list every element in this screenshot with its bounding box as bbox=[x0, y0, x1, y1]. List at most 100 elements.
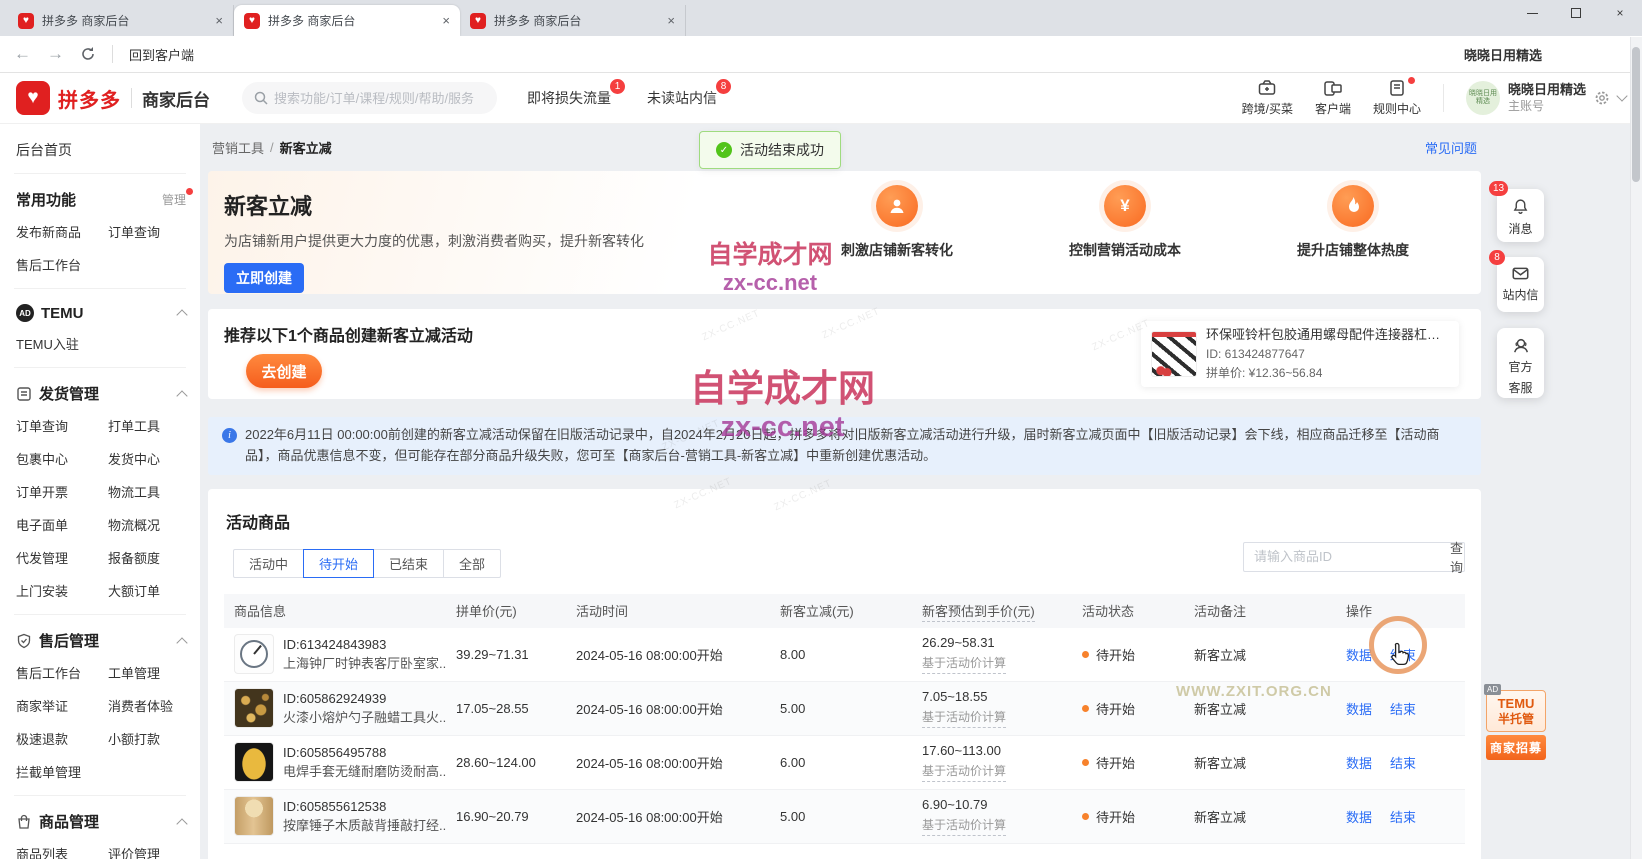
col-est-price-label: 新客预估到手价(元) bbox=[922, 604, 1035, 622]
brand-divider bbox=[131, 88, 132, 108]
est-price-cell: 6.90~10.79基于活动价计算 bbox=[912, 797, 1072, 836]
chevron-down-icon[interactable] bbox=[1616, 90, 1627, 101]
data-link[interactable]: 数据 bbox=[1346, 807, 1372, 826]
browser-tab-2-active[interactable]: ♥ 拼多多 商家后台 × bbox=[234, 5, 460, 36]
tab-ended[interactable]: 已结束 bbox=[373, 549, 444, 578]
account-menu[interactable]: 晓晓日用 精选 晓晓日用精选 主账号 bbox=[1466, 81, 1626, 115]
message-float-button[interactable]: 消息 bbox=[1497, 189, 1544, 242]
pinduoduo-logo[interactable]: ♥ bbox=[16, 81, 50, 115]
manage-link[interactable]: 管理 bbox=[162, 191, 186, 208]
minimize-button[interactable] bbox=[1510, 0, 1554, 26]
client-app-link[interactable]: 客户端 bbox=[1315, 79, 1351, 117]
activity-goods-title: 活动商品 bbox=[226, 509, 1465, 533]
chevron-up-icon[interactable] bbox=[176, 390, 187, 401]
forward-icon[interactable]: → bbox=[47, 44, 64, 64]
back-to-client-link[interactable]: 回到客户端 bbox=[129, 45, 194, 64]
recommended-product-card[interactable]: 环保哑铃杆包胶通用螺母配件连接器杠铃家用... ID: 613424877647… bbox=[1141, 321, 1459, 387]
est-note: 基于活动价计算 bbox=[922, 762, 1006, 782]
sidebar-item[interactable]: 极速退款 bbox=[16, 729, 108, 748]
faq-link[interactable]: 常见问题 bbox=[1425, 138, 1477, 157]
reload-icon[interactable] bbox=[80, 46, 96, 62]
back-icon[interactable]: ← bbox=[14, 44, 31, 64]
sidebar-item[interactable]: 上门安装 bbox=[16, 581, 108, 600]
sidebar-item[interactable]: 售后工作台 bbox=[16, 663, 108, 682]
global-search[interactable] bbox=[242, 82, 497, 114]
sidebar-item[interactable]: 商家举证 bbox=[16, 696, 108, 715]
chevron-up-icon[interactable] bbox=[176, 818, 187, 829]
sidebar-item[interactable]: 消费者体验 bbox=[108, 696, 200, 715]
sidebar-item[interactable]: 拦截单管理 bbox=[16, 762, 108, 781]
sidebar-section-aftersale[interactable]: 售后管理 bbox=[0, 615, 200, 661]
sidebar-section-shipping[interactable]: 发货管理 bbox=[0, 368, 200, 414]
traffic-loss-label: 即将损失流量 bbox=[527, 90, 611, 106]
tab-close-icon[interactable]: × bbox=[215, 13, 223, 28]
rules-center-link[interactable]: 规则中心 bbox=[1373, 79, 1421, 117]
sidebar-item[interactable]: 小额打款 bbox=[108, 729, 200, 748]
end-link[interactable]: 结束 bbox=[1390, 699, 1416, 718]
scrollbar-track[interactable] bbox=[1630, 37, 1642, 859]
tab-pending-start[interactable]: 待开始 bbox=[303, 549, 374, 578]
sidebar-item[interactable]: 发货中心 bbox=[108, 449, 200, 468]
sidebar-item[interactable]: 代发管理 bbox=[16, 548, 108, 567]
sidebar-item[interactable]: 电子面单 bbox=[16, 515, 108, 534]
sidebar-section-goods[interactable]: 商品管理 bbox=[0, 796, 200, 842]
maximize-button[interactable] bbox=[1554, 0, 1598, 26]
end-link[interactable]: 结束 bbox=[1390, 645, 1416, 664]
sidebar-item[interactable]: 商品列表 bbox=[16, 844, 108, 859]
end-link[interactable]: 结束 bbox=[1390, 753, 1416, 772]
headset-icon bbox=[1512, 337, 1530, 354]
breadcrumb-parent[interactable]: 营销工具 bbox=[212, 138, 264, 157]
sidebar-item[interactable]: 包裹中心 bbox=[16, 449, 108, 468]
browser-profile-name[interactable]: 晓晓日用精选 bbox=[1464, 45, 1542, 64]
cross-border-label: 跨境/买菜 bbox=[1242, 100, 1293, 117]
sidebar-section-frequent[interactable]: 常用功能 管理 bbox=[0, 174, 200, 220]
create-now-button[interactable]: 立即创建 bbox=[224, 263, 304, 293]
close-button[interactable]: × bbox=[1598, 0, 1642, 26]
sidebar-item[interactable]: 物流工具 bbox=[108, 482, 200, 501]
sidebar-item[interactable]: 大额订单 bbox=[108, 581, 200, 600]
official-service-float-button[interactable]: 官方 客服 bbox=[1497, 328, 1544, 398]
sidebar-item[interactable]: 评价管理 bbox=[108, 844, 200, 859]
sidebar-item[interactable]: 售后工作台 bbox=[16, 255, 108, 274]
goods-id-input[interactable] bbox=[1244, 549, 1440, 564]
breadcrumb: 营销工具 / 新客立减 常见问题 bbox=[208, 124, 1481, 171]
cross-border-link[interactable]: 跨境/买菜 bbox=[1242, 79, 1293, 117]
temu-recruit-badge[interactable]: AD TEMU 半托管 商家招募 bbox=[1486, 690, 1546, 760]
tab-active-now[interactable]: 活动中 bbox=[233, 549, 304, 578]
tab-all[interactable]: 全部 bbox=[443, 549, 501, 578]
sidebar-item[interactable]: 订单查询 bbox=[16, 416, 108, 435]
sidebar-item-home[interactable]: 后台首页 bbox=[0, 124, 200, 173]
sidebar-item[interactable]: 物流概况 bbox=[108, 515, 200, 534]
browser-tab-1[interactable]: ♥ 拼多多 商家后台 × bbox=[8, 5, 234, 36]
browser-tab-3[interactable]: ♥ 拼多多 商家后台 × bbox=[460, 5, 686, 36]
sidebar-item[interactable]: 订单开票 bbox=[16, 482, 108, 501]
chevron-up-icon[interactable] bbox=[176, 637, 187, 648]
sidebar-item[interactable]: TEMU入驻 bbox=[16, 334, 108, 353]
site-mail-float-button[interactable]: 站内信 bbox=[1497, 257, 1544, 312]
gear-icon[interactable] bbox=[1594, 90, 1610, 106]
data-link[interactable]: 数据 bbox=[1346, 699, 1372, 718]
data-link[interactable]: 数据 bbox=[1346, 645, 1372, 664]
sidebar-section-temu[interactable]: AD TEMU bbox=[0, 289, 200, 332]
unread-mail-link[interactable]: 未读站内信 8 bbox=[647, 88, 717, 108]
sidebar-item[interactable]: 订单查询 bbox=[108, 222, 200, 241]
query-button[interactable]: 查询 bbox=[1440, 538, 1473, 576]
sidebar-item[interactable]: 报备额度 bbox=[108, 548, 200, 567]
est-note: 基于活动价计算 bbox=[922, 708, 1006, 728]
sidebar-item[interactable]: 发布新商品 bbox=[16, 222, 108, 241]
end-link[interactable]: 结束 bbox=[1390, 807, 1416, 826]
sidebar-item[interactable]: 工单管理 bbox=[108, 663, 200, 682]
est-price: 7.05~18.55 bbox=[922, 689, 987, 704]
tab-close-icon[interactable]: × bbox=[442, 13, 450, 28]
status-text: 待开始 bbox=[1096, 699, 1135, 718]
scrollbar-thumb[interactable] bbox=[1632, 47, 1640, 182]
tab-close-icon[interactable]: × bbox=[667, 13, 675, 28]
search-input[interactable] bbox=[274, 91, 474, 106]
data-link[interactable]: 数据 bbox=[1346, 753, 1372, 772]
section-title: TEMU bbox=[41, 305, 84, 322]
chevron-up-icon[interactable] bbox=[176, 309, 187, 320]
est-price-cell: 7.05~18.55 基于活动价计算 bbox=[912, 689, 1072, 728]
traffic-loss-link[interactable]: 即将损失流量 1 bbox=[527, 88, 611, 108]
sidebar-item[interactable]: 打单工具 bbox=[108, 416, 200, 435]
go-create-button[interactable]: 去创建 bbox=[246, 354, 322, 388]
